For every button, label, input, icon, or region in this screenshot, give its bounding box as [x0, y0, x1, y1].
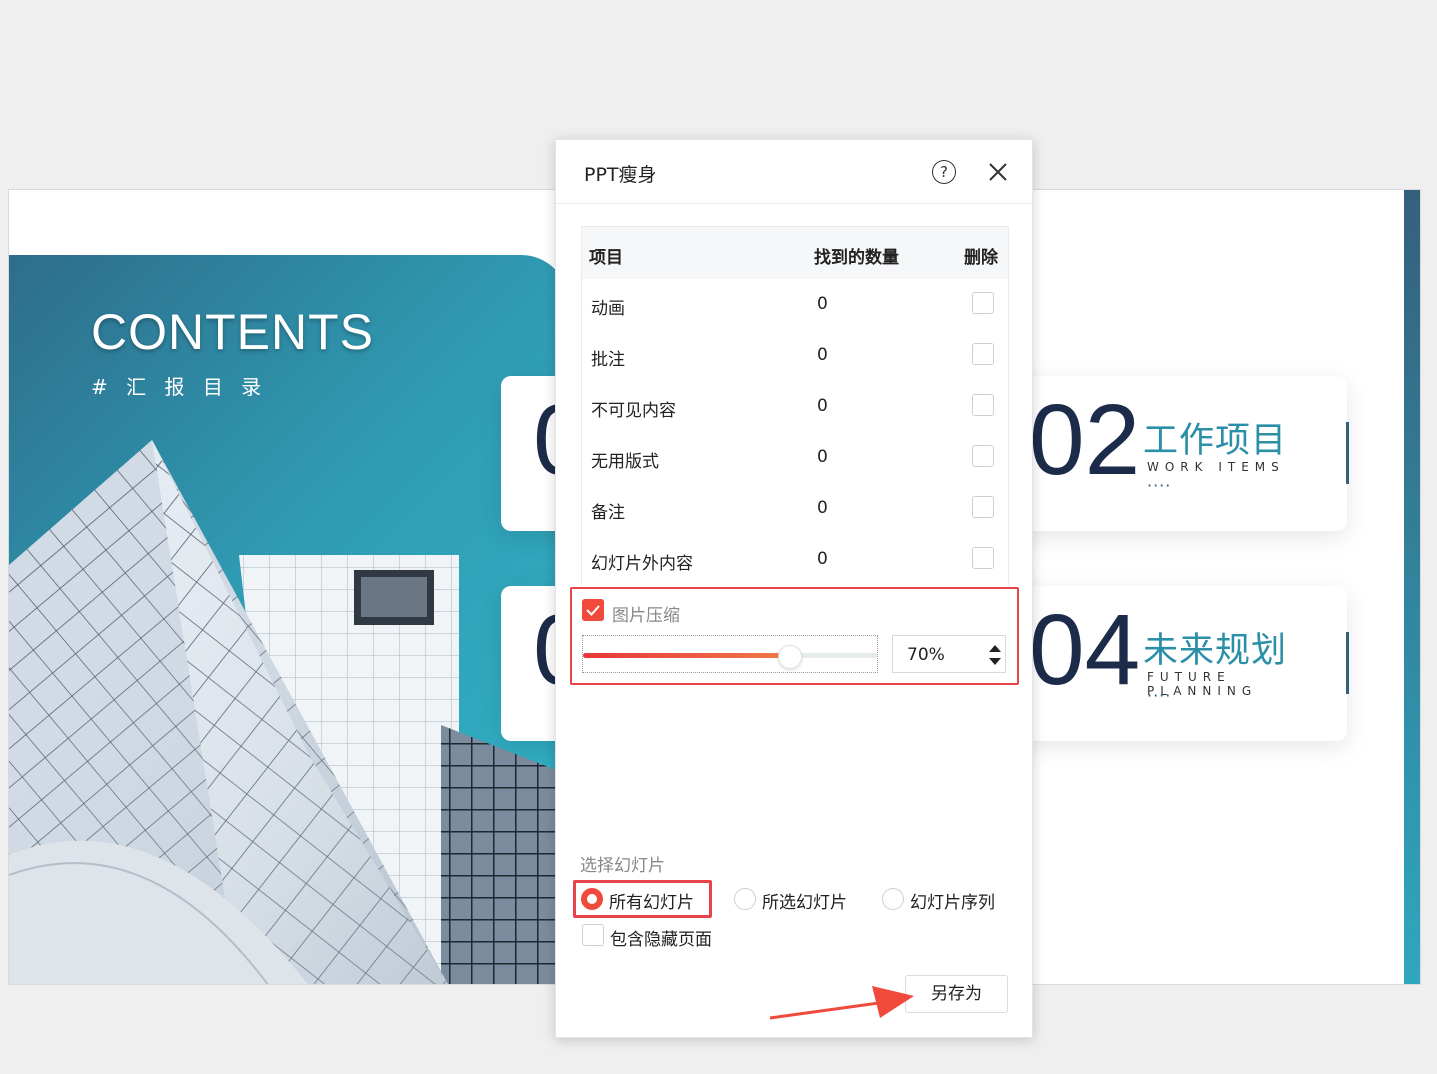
radio-dot — [882, 888, 904, 910]
cleanup-table: 项目 找到的数量 删除 动画 0 批注 0 不可见内容 0 无用版式 0 备注 … — [581, 226, 1009, 586]
agenda-card-4: 04 未来规划 FUTURE PLANNING ···· — [1019, 586, 1349, 741]
slider-thumb[interactable] — [777, 645, 802, 669]
row-name: 批注 — [591, 350, 625, 370]
agenda-title-4: 未来规划 — [1143, 631, 1288, 671]
radio-label: 所选幻灯片 — [762, 893, 847, 913]
table-row: 备注 0 — [582, 483, 1008, 534]
slide-scope-radio-group: 所有幻灯片 所选幻灯片 幻灯片序列 — [556, 880, 1032, 920]
row-count: 0 — [817, 498, 828, 518]
row-count: 0 — [817, 447, 828, 467]
image-compress-label: 图片压缩 — [612, 606, 680, 626]
delete-checkbox-animation[interactable] — [972, 292, 994, 314]
header-count: 找到的数量 — [814, 248, 899, 268]
row-name: 幻灯片外内容 — [591, 554, 693, 574]
table-row: 不可见内容 0 — [582, 381, 1008, 432]
table-row: 无用版式 0 — [582, 432, 1008, 483]
dialog-header-divider — [556, 203, 1032, 204]
include-hidden-label: 包含隐藏页面 — [610, 930, 712, 950]
agenda-dots-4: ···· — [1147, 686, 1172, 705]
agenda-title-2: 工作项目 — [1143, 421, 1288, 461]
annotation-arrow-icon — [769, 986, 914, 1020]
spin-up-icon[interactable] — [989, 645, 1001, 652]
row-name: 不可见内容 — [591, 401, 676, 421]
table-header: 项目 找到的数量 删除 — [582, 227, 1008, 279]
row-name: 无用版式 — [591, 452, 659, 472]
agenda-number-2: 02 — [1029, 384, 1141, 496]
delete-checkbox-offslide[interactable] — [972, 547, 994, 569]
save-as-button[interactable]: 另存为 — [905, 975, 1008, 1013]
agenda-edge-2 — [1346, 422, 1349, 484]
row-name: 备注 — [591, 503, 625, 523]
radio-all-slides[interactable]: 所有幻灯片 — [573, 880, 712, 918]
agenda-edge-4 — [1346, 632, 1349, 694]
radio-label: 所有幻灯片 — [609, 893, 694, 913]
slide-right-accent-bar — [1404, 190, 1420, 984]
close-icon[interactable] — [986, 160, 1010, 184]
compress-percent-spinbox[interactable]: 70% — [892, 635, 1006, 673]
agenda-subtitle-4: FUTURE PLANNING — [1147, 670, 1258, 698]
contents-title: CONTENTS — [91, 304, 374, 360]
compress-slider[interactable] — [582, 635, 878, 673]
building-photo — [9, 440, 569, 984]
spin-down-icon[interactable] — [989, 658, 1001, 665]
delete-checkbox-invisible[interactable] — [972, 394, 994, 416]
agenda-number-4: 04 — [1029, 594, 1141, 706]
row-count: 0 — [817, 294, 828, 314]
header-item: 项目 — [589, 248, 623, 268]
compress-percent-value: 70% — [907, 645, 945, 665]
delete-checkbox-unused-layouts[interactable] — [972, 445, 994, 467]
radio-dot-selected — [581, 888, 603, 910]
row-count: 0 — [817, 345, 828, 365]
select-slides-label: 选择幻灯片 — [580, 856, 665, 876]
row-count: 0 — [817, 549, 828, 569]
hero-panel: CONTENTS # 汇 报 目 录 — [9, 255, 569, 984]
agenda-subtitle-2: WORK ITEMS — [1147, 460, 1285, 474]
delete-checkbox-notes[interactable] — [972, 496, 994, 518]
agenda-card-2: 02 工作项目 WORK ITEMS ···· — [1019, 376, 1349, 531]
table-row: 幻灯片外内容 0 — [582, 534, 1008, 585]
radio-label: 幻灯片序列 — [910, 893, 995, 913]
slider-fill — [583, 653, 789, 658]
contents-subtitle: # 汇 报 目 录 — [91, 375, 268, 399]
help-icon[interactable]: ? — [932, 160, 956, 184]
row-name: 动画 — [591, 299, 625, 319]
table-row: 动画 0 — [582, 279, 1008, 330]
agenda-dots-2: ···· — [1147, 476, 1172, 495]
delete-checkbox-comments[interactable] — [972, 343, 994, 365]
table-row: 批注 0 — [582, 330, 1008, 381]
image-compress-section: 图片压缩 70% — [570, 587, 1019, 685]
ppt-slim-dialog: PPT瘦身 ? 项目 找到的数量 删除 动画 0 批注 0 不可见内容 0 无用… — [555, 139, 1033, 1038]
image-compress-checkbox[interactable] — [582, 599, 604, 621]
checkbox-box — [582, 924, 604, 946]
radio-slide-sequence[interactable]: 幻灯片序列 — [874, 880, 1014, 918]
header-delete: 删除 — [964, 248, 998, 268]
radio-dot — [734, 888, 756, 910]
row-count: 0 — [817, 396, 828, 416]
dialog-title: PPT瘦身 — [584, 164, 657, 186]
radio-selected-slides[interactable]: 所选幻灯片 — [726, 880, 866, 918]
